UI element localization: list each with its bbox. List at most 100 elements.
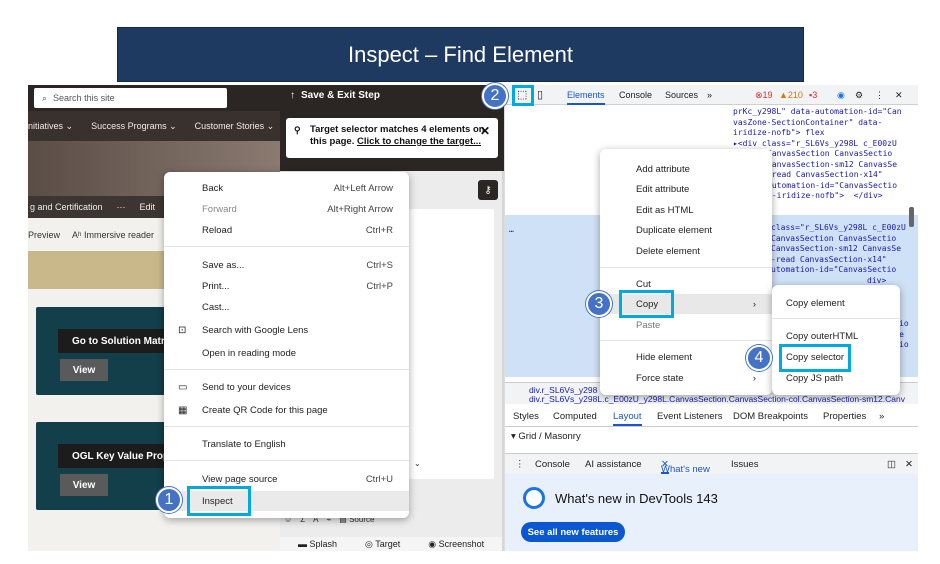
menu-separator <box>164 426 409 427</box>
grid-masonry-section[interactable]: ▾ Grid / Masonry <box>511 431 581 442</box>
menu-item-delete[interactable]: Delete element <box>600 241 772 261</box>
copy-submenu: Copy element Copy outerHTML Copy selecto… <box>772 285 900 395</box>
arrow-up-icon: ↑ <box>290 90 295 101</box>
device-toolbar-icon[interactable]: ▯ <box>537 88 543 101</box>
tab-elements[interactable]: Elements <box>567 90 605 105</box>
inspect-highlight-box <box>187 486 251 516</box>
error-count[interactable]: ⊗19 <box>755 90 773 101</box>
styles-tab-bar: Styles Computed Layout Event Listeners D… <box>505 407 918 427</box>
chevron-down-icon: ⌄ <box>414 459 421 468</box>
tab-styles[interactable]: Styles <box>513 411 539 422</box>
key-icon[interactable]: ⚷ <box>478 180 498 200</box>
menu-item-print[interactable]: Print... Ctrl+P <box>164 276 409 296</box>
menu-item-paste[interactable]: Paste <box>600 315 772 335</box>
chrome-devtools-logo <box>523 487 545 509</box>
menu-item-reading-mode[interactable]: Open in reading mode <box>164 343 409 363</box>
preview-button[interactable]: Preview <box>28 230 60 240</box>
dom-tree-middle[interactable]: CanvasSection CanvasSectio CanvasSection-… <box>767 149 897 202</box>
menu-separator <box>164 460 409 461</box>
sub-nav-item[interactable]: g and Certification <box>30 202 103 212</box>
menu-item-translate[interactable]: Translate to English <box>164 434 409 454</box>
close-icon[interactable]: ✕ <box>895 90 903 101</box>
dom-scrollbar[interactable] <box>909 207 914 227</box>
search-icon: ⌕ <box>42 92 48 103</box>
warning-count[interactable]: ▲210 <box>779 90 803 100</box>
tab-sources[interactable]: Sources <box>665 90 698 100</box>
screenshot-tab[interactable]: ◉ Screenshot <box>428 539 484 550</box>
more-tabs-icon[interactable]: » <box>879 411 884 422</box>
close-drawer-icon[interactable]: ✕ <box>905 459 913 470</box>
menu-separator <box>600 267 772 268</box>
dom-ellipsis[interactable]: … <box>509 225 514 236</box>
drawer-tab-whats-new[interactable]: What's new ✕ <box>661 459 710 475</box>
menu-item-send-to-devices[interactable]: ▭ Send to your devices <box>164 377 409 397</box>
view-button[interactable]: View <box>60 359 108 381</box>
tab-properties[interactable]: Properties <box>823 411 866 422</box>
whats-new-title: What's new in DevTools 143 <box>555 491 718 506</box>
sync-icon[interactable]: ◉ <box>837 90 845 101</box>
nav-item[interactable]: Success Programs ⌄ <box>91 121 177 132</box>
issue-count[interactable]: ▪3 <box>809 90 817 100</box>
menu-separator <box>164 246 409 247</box>
menu-item-edit-as-html[interactable]: Edit as HTML <box>600 200 772 220</box>
dock-side-icon[interactable]: ◫ <box>887 459 896 470</box>
save-exit-button[interactable]: ↑ Save & Exit Step <box>290 90 380 101</box>
menu-item-duplicate[interactable]: Duplicate element <box>600 220 772 240</box>
edit-link[interactable]: Edit <box>140 202 156 212</box>
target-tab[interactable]: ◎ Target <box>365 539 400 550</box>
more-icon[interactable]: ··· <box>117 202 126 212</box>
devtools-drawer: ⋮ Console AI assistance What's new ✕ Iss… <box>505 453 918 551</box>
gear-icon[interactable]: ⚙ <box>855 90 863 101</box>
step-badge-4: 4 <box>746 345 772 371</box>
tab-dom-breakpoints[interactable]: DOM Breakpoints <box>733 411 808 422</box>
nav-item[interactable]: Customer Stories ⌄ <box>195 121 275 132</box>
breadcrumb-item[interactable]: div.r_SL6Vs_y298L.c_E00zU_y298L.CanvasSe… <box>529 394 905 404</box>
drawer-tab-console[interactable]: Console <box>535 459 570 470</box>
menu-item-copy-element[interactable]: Copy element <box>772 293 900 313</box>
menu-item-cast[interactable]: Cast... <box>164 297 409 317</box>
menu-item-forward[interactable]: Forward Alt+Right Arrow <box>164 199 409 219</box>
menu-separator <box>772 318 900 319</box>
drawer-menu-icon[interactable]: ⋮ <box>515 459 525 470</box>
chevron-right-icon: › <box>752 298 756 310</box>
menu-item-google-lens[interactable]: ⊡ Search with Google Lens <box>164 320 409 340</box>
splash-tab[interactable]: ▬ Splash <box>298 539 337 549</box>
target-selector-tooltip: ⚲ Target selector matches 4 elements on … <box>286 118 498 158</box>
menu-item-back[interactable]: Back Alt+Left Arrow <box>164 178 409 198</box>
drawer-tab-issues[interactable]: Issues <box>731 459 758 470</box>
copy-selector-highlight-box <box>779 344 851 372</box>
close-icon[interactable]: ✕ <box>480 125 490 137</box>
view-button[interactable]: View <box>60 474 108 496</box>
menu-item-reload[interactable]: Reload Ctrl+R <box>164 220 409 240</box>
drawer-tab-ai-assistance[interactable]: AI assistance <box>585 459 642 470</box>
dom-tree-selected[interactable]: class="r_SL6Vs_y298L c_E00zU CanvasSectio… <box>771 223 906 286</box>
tab-layout[interactable]: Layout <box>613 411 642 426</box>
kebab-menu-icon[interactable]: ⋮ <box>875 90 884 101</box>
tooltip-line1: Target selector matches 4 elements on <box>310 124 485 135</box>
dom-tree-top[interactable]: prKc_y298L" data-automation-id="Can vasZo… <box>733 107 902 149</box>
step-badge-3: 3 <box>586 291 612 317</box>
tab-event-listeners[interactable]: Event Listeners <box>657 411 722 422</box>
more-tabs-icon[interactable]: » <box>707 90 712 100</box>
slide-title: Inspect – Find Element <box>347 41 573 67</box>
nav-item[interactable]: nitiatives ⌄ <box>28 121 73 132</box>
change-target-link[interactable]: Click to change the target... <box>357 136 481 147</box>
menu-item-force-state[interactable]: Force state › <box>600 368 772 388</box>
tab-console[interactable]: Console <box>619 90 652 100</box>
tab-computed[interactable]: Computed <box>553 411 597 422</box>
laptop-icon: ▭ <box>178 381 188 393</box>
menu-separator <box>600 340 772 341</box>
menu-item-add-attribute[interactable]: Add attribute <box>600 159 772 179</box>
immersive-reader-button[interactable]: Aʰ Immersive reader <box>72 230 154 240</box>
menu-separator <box>164 369 409 370</box>
qr-code-icon: ▦ <box>178 404 188 416</box>
menu-item-copy-outerhtml[interactable]: Copy outerHTML <box>772 326 900 346</box>
devtools-tab-bar: ⬚ ▯ Elements Console Sources » ⊗19 ▲210 … <box>505 85 918 105</box>
google-lens-icon: ⊡ <box>178 324 187 336</box>
menu-item-qr-code[interactable]: ▦ Create QR Code for this page <box>164 400 409 420</box>
see-all-features-button[interactable]: See all new features <box>521 522 625 542</box>
pin-icon: ⚲ <box>294 125 301 135</box>
site-search-input[interactable]: ⌕ Search this site <box>34 88 227 108</box>
menu-item-edit-attribute[interactable]: Edit attribute <box>600 179 772 199</box>
menu-item-save-as[interactable]: Save as... Ctrl+S <box>164 255 409 275</box>
